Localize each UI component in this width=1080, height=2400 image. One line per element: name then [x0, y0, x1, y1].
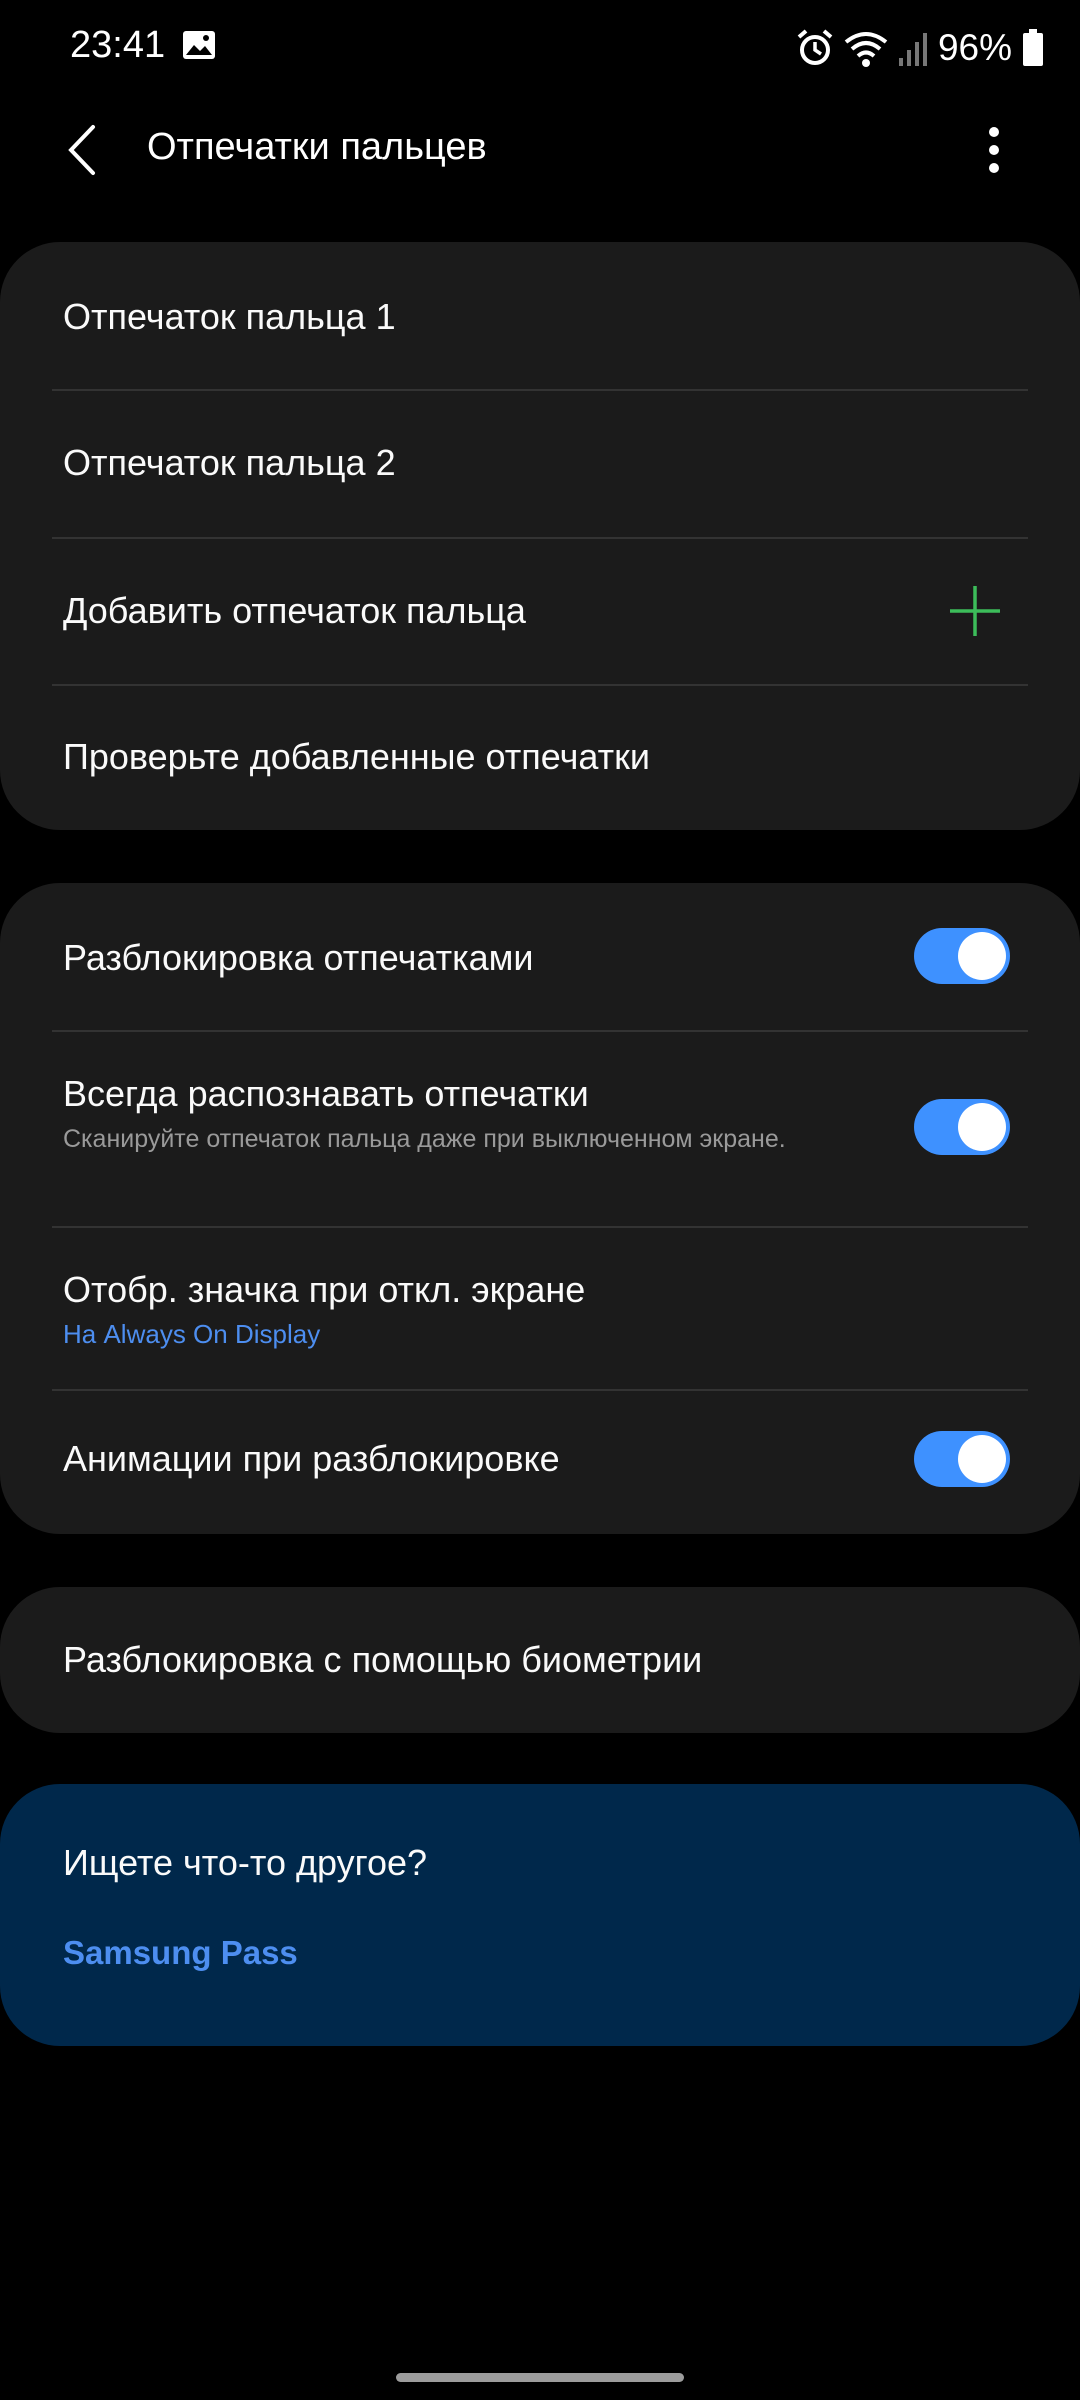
battery-icon: [1023, 29, 1043, 66]
show-icon-item[interactable]: Отобр. значка при откл. экране На Always…: [0, 1227, 1080, 1389]
always-on-label: Всегда распознавать отпечатки: [63, 1073, 589, 1114]
unlock-animation-item[interactable]: Анимации при разблокировке: [0, 1390, 1080, 1534]
check-fingerprints-label: Проверьте добавленные отпечатки: [63, 736, 650, 777]
alarm-icon: [797, 29, 833, 65]
biometrics-unlock-label: Разблокировка с помощью биометрии: [63, 1639, 703, 1680]
fingerprint-1-label: Отпечаток пальца 1: [63, 296, 396, 337]
battery-percent: 96%: [937, 27, 1012, 68]
toggle-knob: [958, 1435, 1006, 1483]
fingerprint-unlock-item[interactable]: Разблокировка отпечатками: [0, 883, 1080, 1030]
unlock-animation-label: Анимации при разблокировке: [63, 1438, 560, 1479]
check-fingerprints-item[interactable]: Проверьте добавленные отпечатки: [0, 685, 1080, 830]
status-bar: 23:41 96%: [0, 0, 1080, 96]
add-fingerprint-item[interactable]: Добавить отпечаток пальца: [0, 538, 1080, 684]
fingerprint-1-item[interactable]: Отпечаток пальца 1: [0, 242, 1080, 388]
fingerprint-2-label: Отпечаток пальца 2: [63, 442, 396, 483]
samsung-pass-link[interactable]: Samsung Pass: [63, 1934, 298, 1972]
navigation-handle[interactable]: [396, 2373, 684, 2382]
signal-icon: [898, 33, 927, 66]
always-on-toggle[interactable]: [914, 1099, 1010, 1155]
plus-icon: [950, 586, 1000, 636]
fingerprint-unlock-toggle[interactable]: [914, 928, 1010, 984]
help-title: Ищете что-то другое?: [63, 1842, 428, 1883]
wifi-icon: [844, 32, 888, 67]
back-arrow-icon: [68, 125, 95, 175]
always-on-item[interactable]: Всегда распознавать отпечатки Сканируйте…: [0, 1031, 1080, 1226]
show-icon-label: Отобр. значка при откл. экране: [63, 1269, 586, 1310]
always-on-description: Сканируйте отпечаток пальца даже при вык…: [63, 1125, 786, 1153]
toggle-knob: [958, 1103, 1006, 1151]
status-time: 23:41: [70, 24, 166, 66]
toggle-knob: [958, 932, 1006, 980]
more-vert-icon: [989, 127, 999, 173]
back-button[interactable]: [52, 118, 112, 182]
add-fingerprint-label: Добавить отпечаток пальца: [63, 590, 526, 631]
help-card: [0, 1784, 1080, 2046]
fingerprint-2-item[interactable]: Отпечаток пальца 2: [0, 390, 1080, 536]
page-title: Отпечатки пальцев: [147, 126, 487, 168]
status-icons: 96%: [796, 22, 1044, 74]
more-options-button[interactable]: [970, 118, 1018, 182]
unlock-animation-toggle[interactable]: [914, 1431, 1010, 1487]
biometrics-unlock-item[interactable]: Разблокировка с помощью биометрии: [0, 1587, 1080, 1733]
fingerprint-unlock-label: Разблокировка отпечатками: [63, 937, 534, 978]
show-icon-value: На Always On Display: [63, 1319, 321, 1349]
gallery-icon: [183, 31, 215, 59]
